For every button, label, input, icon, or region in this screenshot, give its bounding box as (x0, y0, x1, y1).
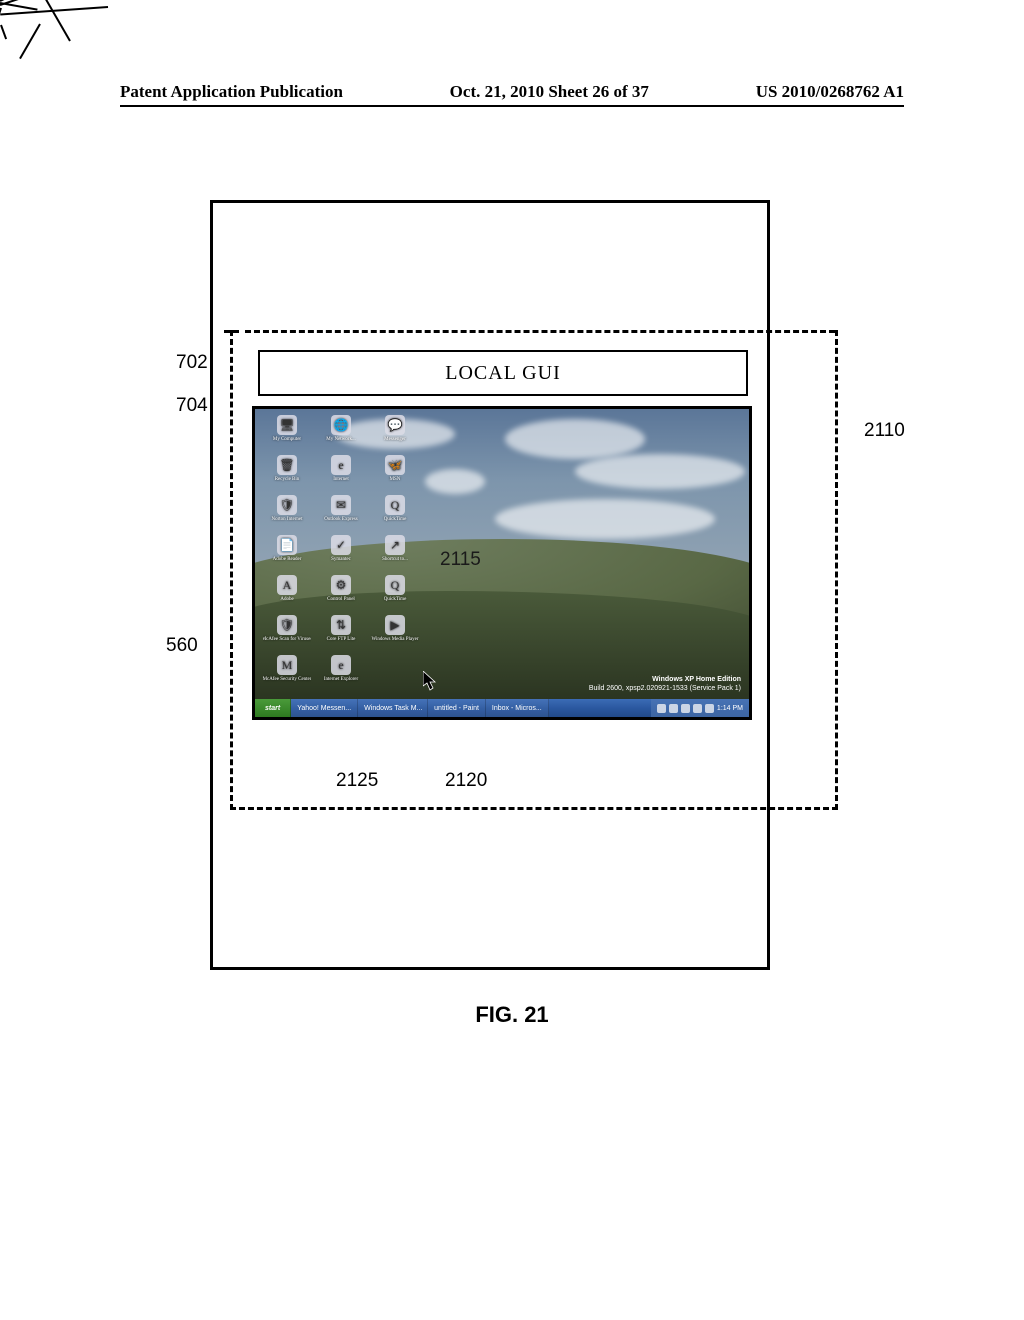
taskbar-item[interactable]: untitled - Paint (428, 699, 486, 717)
desktop-icon[interactable]: ✉Outlook Express (317, 495, 365, 531)
local-gui-label-box: LOCAL GUI (258, 350, 748, 396)
figure-caption: FIG. 21 (0, 1002, 1024, 1028)
header-right: US 2010/0268762 A1 (756, 82, 904, 102)
desktop-icon[interactable]: eInternet Explorer (317, 655, 365, 691)
cloud (505, 419, 645, 459)
tray-icon[interactable] (693, 704, 702, 713)
desktop-icon[interactable]: MMcAfee Security Center (263, 655, 311, 691)
start-button[interactable]: start (255, 699, 291, 717)
ref-2115: 2115 (440, 549, 481, 571)
cloud (495, 499, 715, 539)
ref-704: 704 (176, 395, 208, 417)
taskbar-item[interactable]: Yahoo! Messen... (291, 699, 358, 717)
desktop-icon[interactable]: ✓Symantec (317, 535, 365, 571)
desktop-icons-grid: 🖥My Computer 🌐My Network... 💬Messenger 🗑… (263, 415, 419, 691)
tray-icon[interactable] (681, 704, 690, 713)
taskbar-item[interactable]: Inbox - Micros... (486, 699, 549, 717)
ref-2110: 2110 (864, 420, 905, 442)
lead-line (19, 24, 41, 60)
ref-702: 702 (176, 352, 208, 374)
taskbar-item[interactable]: Windows Task M... (358, 699, 428, 717)
desktop-icon[interactable]: QQuickTime (371, 575, 419, 611)
desktop-icon[interactable]: 🖥My Computer (263, 415, 311, 451)
system-tray[interactable]: 1:14 PM (651, 699, 749, 717)
taskbar: start Yahoo! Messen... Windows Task M...… (255, 699, 749, 717)
desktop-icon[interactable]: 🦋MSN (371, 455, 419, 491)
ref-2120: 2120 (445, 770, 487, 792)
page-header: Patent Application Publication Oct. 21, … (120, 82, 904, 107)
desktop-icon[interactable]: ⇅Core FTP Lite (317, 615, 365, 651)
cloud (425, 469, 485, 494)
header-center: Oct. 21, 2010 Sheet 26 of 37 (450, 82, 649, 102)
desktop-icon[interactable]: ↗Shortcut to... (371, 535, 419, 571)
tray-icon[interactable] (657, 704, 666, 713)
desktop-icon[interactable]: ⚙Control Panel (317, 575, 365, 611)
lead-line (34, 0, 71, 42)
cloud (575, 454, 745, 489)
ref-560: 560 (166, 635, 198, 657)
desktop-icon[interactable]: AAdobe (263, 575, 311, 611)
desktop-icon[interactable]: 📄Adobe Reader (263, 535, 311, 571)
desktop-icon[interactable]: ▶Windows Media Player (371, 615, 419, 651)
os-version-label: Windows XP Home Edition Build 2600, xpsp… (589, 676, 741, 693)
lead-line (0, 25, 7, 40)
tray-clock: 1:14 PM (717, 705, 743, 712)
desktop-icon[interactable]: eInternet (317, 455, 365, 491)
desktop-screenshot: 🖥My Computer 🌐My Network... 💬Messenger 🗑… (252, 406, 752, 720)
tray-icon[interactable] (705, 704, 714, 713)
desktop-icon[interactable]: 🛡Norton Internet (263, 495, 311, 531)
desktop-icon[interactable]: 🗑Recycle Bin (263, 455, 311, 491)
desktop-icon[interactable]: 💬Messenger (371, 415, 419, 451)
local-gui-text: LOCAL GUI (445, 362, 560, 385)
tray-icon[interactable] (669, 704, 678, 713)
header-left: Patent Application Publication (120, 82, 343, 102)
desktop-icon[interactable]: QQuickTime (371, 495, 419, 531)
desktop-icon[interactable]: 🛡McAfee Scan for Viruses (263, 615, 311, 651)
ref-2125: 2125 (336, 770, 378, 792)
desktop-icon[interactable]: 🌐My Network... (317, 415, 365, 451)
